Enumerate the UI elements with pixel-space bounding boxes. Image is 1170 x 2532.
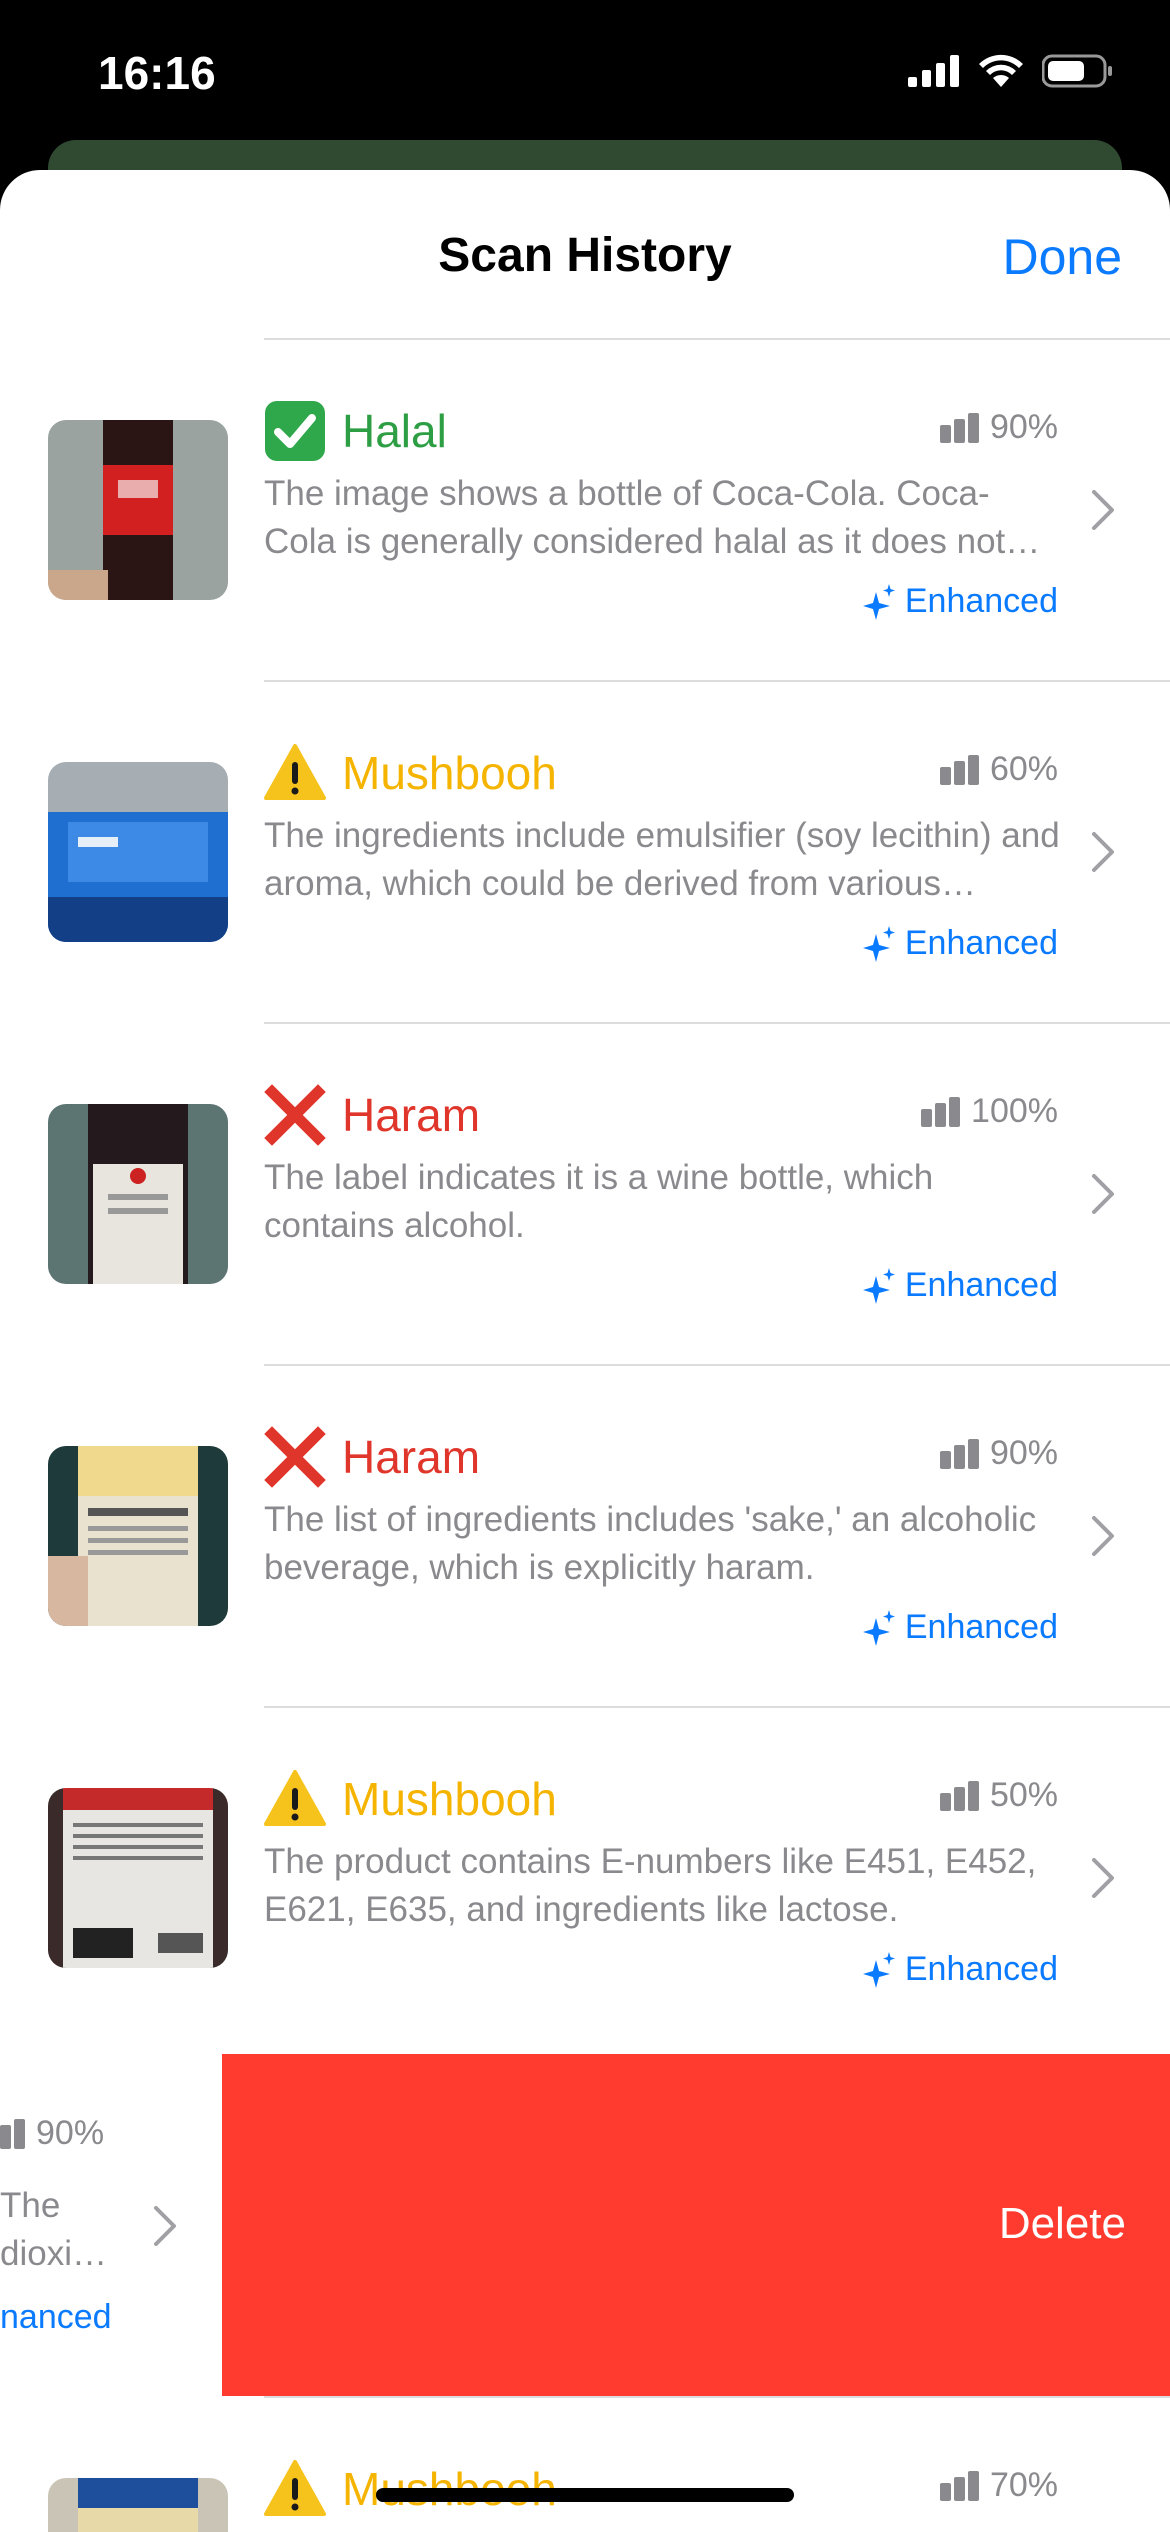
enhanced-label: Enhanced xyxy=(904,924,1058,962)
sheet-header: Scan History Done xyxy=(0,170,1170,338)
list-item[interactable]: Haram 90% The list of ingredients includ… xyxy=(0,1364,1170,1706)
sheet-title: Scan History xyxy=(438,229,732,282)
chevron-right-icon xyxy=(1092,1174,1114,1214)
cross-icon xyxy=(264,1084,326,1146)
confidence: 60% xyxy=(939,750,1058,789)
confidence-value: 90% xyxy=(36,2114,105,2152)
battery-icon xyxy=(1042,54,1112,88)
item-description: The image shows a bottle of Coca-Cola. C… xyxy=(264,474,1006,561)
item-description: The ingredients include emulsifier (soy … xyxy=(264,816,1060,903)
cross-icon xyxy=(264,1426,326,1488)
enhanced-badge: Enhanced xyxy=(862,924,1058,963)
divider xyxy=(264,1022,1170,1024)
enhanced-badge: Enhanced xyxy=(862,582,1058,621)
chevron-right-icon xyxy=(1092,1858,1114,1898)
confidence-value: 90% xyxy=(989,408,1058,446)
confidence-bars-icon xyxy=(939,754,979,785)
divider xyxy=(264,2396,1170,2398)
warning-icon xyxy=(264,742,326,804)
product-thumbnail xyxy=(48,1104,228,1284)
verdict: Haram xyxy=(264,1426,480,1488)
chevron-right-icon xyxy=(154,2206,176,2246)
sparkles-icon xyxy=(862,1267,895,1304)
confidence: 90% xyxy=(939,408,1058,447)
status-time: 16:16 xyxy=(98,47,216,99)
confidence: 90% xyxy=(939,1434,1058,1473)
check-icon xyxy=(264,400,326,462)
verdict: Haram xyxy=(264,1084,480,1146)
confidence-bars-icon xyxy=(0,2118,25,2149)
confidence: 50% xyxy=(939,1776,1058,1815)
confidence-bars-icon xyxy=(939,2470,979,2501)
swiped-confidence: 90% xyxy=(0,2114,104,2153)
enhanced-badge: Enhanced xyxy=(862,1266,1058,1305)
confidence-bars-icon xyxy=(939,412,979,443)
scan-history-sheet: Scan History Done Halal 90% The image sh… xyxy=(0,170,1170,2532)
verdict: Halal xyxy=(264,400,447,462)
chevron-right-icon xyxy=(1092,490,1114,530)
verdict: Mushbooh xyxy=(264,742,557,804)
list-item[interactable]: Mushbooh 70% xyxy=(0,2396,1170,2532)
sparkles-icon xyxy=(862,1609,895,1646)
swiped-enhanced-label: nanced xyxy=(0,2298,112,2336)
product-thumbnail xyxy=(48,1788,228,1968)
verdict-label: Halal xyxy=(342,405,447,457)
chevron-right-icon xyxy=(1092,832,1114,872)
list-item[interactable]: Mushbooh 50% The product contains E-numb… xyxy=(0,1706,1170,2048)
divider xyxy=(264,338,1170,340)
confidence-value: 70% xyxy=(989,2466,1058,2504)
item-description: The product contains E-numbers like E451… xyxy=(264,1842,1037,1929)
warning-icon xyxy=(264,2458,326,2520)
confidence-bars-icon xyxy=(939,1780,979,1811)
confidence-value: 90% xyxy=(989,1434,1058,1472)
chevron-right-icon xyxy=(1092,1516,1114,1556)
swiped-description-line-1: The xyxy=(0,2186,61,2225)
wifi-icon xyxy=(979,54,1023,87)
enhanced-label: Enhanced xyxy=(904,1950,1058,1988)
sparkles-icon xyxy=(862,1951,895,1988)
enhanced-label: Enhanced xyxy=(904,582,1058,620)
verdict-label: Mushbooh xyxy=(342,1773,557,1825)
delete-label: Delete xyxy=(998,2199,1126,2248)
swiped-list-item[interactable]: 90% The dioxi… nanced Delete xyxy=(0,2054,1170,2396)
list-item[interactable]: Mushbooh 60% The ingredients include emu… xyxy=(0,680,1170,1022)
enhanced-label: Enhanced xyxy=(904,1266,1058,1304)
list-item[interactable]: Halal 90% The image shows a bottle of Co… xyxy=(0,338,1170,680)
list-item[interactable]: Haram 100% The label indicates it is a w… xyxy=(0,1022,1170,1364)
status-bar: 16:16 xyxy=(0,0,1170,150)
verdict-label: Haram xyxy=(342,1431,481,1483)
confidence-value: 60% xyxy=(989,750,1058,788)
done-button[interactable]: Done xyxy=(1002,228,1122,286)
home-indicator[interactable] xyxy=(376,2488,794,2502)
product-thumbnail xyxy=(48,1446,228,1626)
verdict: Mushbooh xyxy=(264,1768,557,1830)
sparkles-icon xyxy=(862,925,895,962)
scan-list: Halal 90% The image shows a bottle of Co… xyxy=(0,338,1170,2048)
product-thumbnail xyxy=(48,420,228,600)
enhanced-badge: Enhanced xyxy=(862,1608,1058,1647)
item-description: The list of ingredients includes 'sake,'… xyxy=(264,1500,1037,1587)
sparkles-icon xyxy=(862,583,895,620)
confidence-value: 50% xyxy=(989,1776,1058,1814)
product-thumbnail xyxy=(48,762,228,942)
enhanced-badge: Enhanced xyxy=(862,1950,1058,1989)
confidence: 70% xyxy=(939,2466,1058,2505)
status-icons xyxy=(908,54,1114,88)
item-description: The label indicates it is a wine bottle,… xyxy=(264,1158,934,1245)
enhanced-label: Enhanced xyxy=(904,1608,1058,1646)
delete-button[interactable]: Delete xyxy=(222,2054,1170,2396)
verdict-label: Mushbooh xyxy=(342,747,557,799)
confidence: 100% xyxy=(921,1092,1058,1131)
warning-icon xyxy=(264,1768,326,1830)
divider xyxy=(264,680,1170,682)
confidence-value: 100% xyxy=(971,1092,1058,1130)
cellular-signal-icon xyxy=(908,55,959,87)
divider xyxy=(264,1706,1170,1708)
confidence-bars-icon xyxy=(939,1438,979,1469)
verdict-label: Haram xyxy=(342,1089,481,1141)
divider xyxy=(264,1364,1170,1366)
confidence-bars-icon xyxy=(921,1096,961,1127)
product-thumbnail xyxy=(48,2478,228,2532)
swiped-description-line-2: dioxi… xyxy=(0,2234,107,2273)
